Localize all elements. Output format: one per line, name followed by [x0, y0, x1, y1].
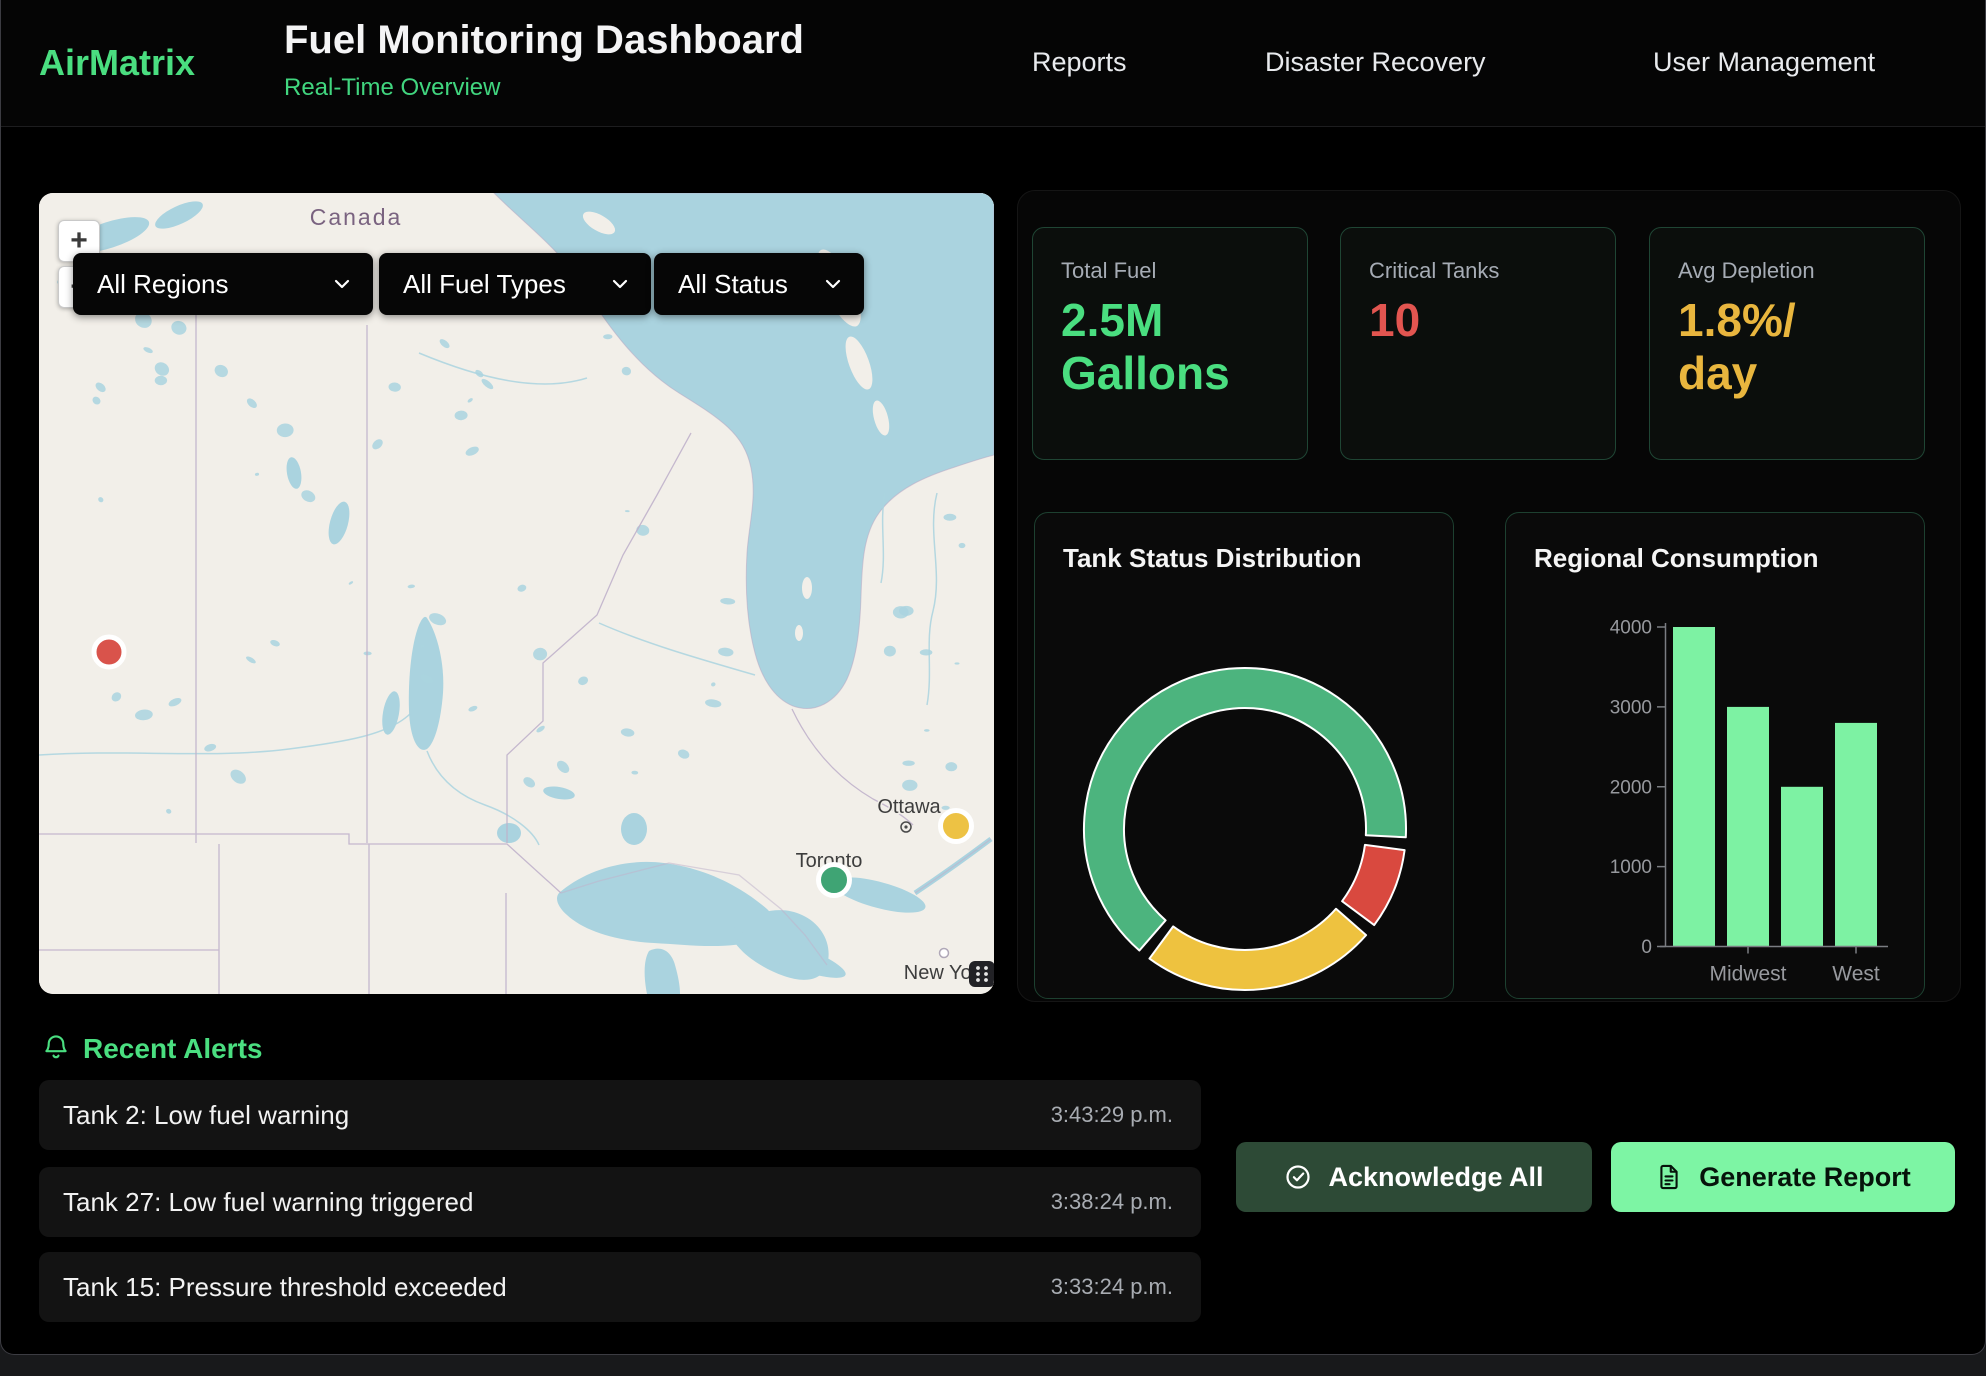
y-tick-label: 0: [1641, 937, 1652, 958]
chevron-down-icon: [333, 278, 351, 290]
page-title: Fuel Monitoring Dashboard: [284, 18, 804, 63]
acknowledge-all-button[interactable]: Acknowledge All: [1236, 1142, 1592, 1212]
alert-timestamp: 3:33:24 p.m.: [1051, 1274, 1173, 1300]
alert-message: Tank 27: Low fuel warning triggered: [63, 1187, 473, 1218]
regional-consumption-bar-chart: 0 1000 2000 3000 4000 Midwest West: [1506, 513, 1926, 1000]
status-filter-select[interactable]: All Status: [654, 253, 864, 315]
alert-message: Tank 15: Pressure threshold exceeded: [63, 1272, 507, 1303]
map-label-ottawa: Ottawa: [877, 796, 941, 818]
stat-label: Critical Tanks: [1369, 258, 1499, 284]
acknowledge-all-label: Acknowledge All: [1328, 1162, 1543, 1193]
fuel-type-filter-select[interactable]: All Fuel Types: [379, 253, 651, 315]
tank-marker-critical[interactable]: [94, 637, 124, 667]
recent-alerts-title: Recent Alerts: [83, 1033, 262, 1065]
stat-card-total-fuel: Total Fuel 2.5M Gallons: [1032, 227, 1308, 460]
bell-icon: [41, 1031, 71, 1063]
region-filter-select[interactable]: All Regions: [73, 253, 373, 315]
y-tick-label: 3000: [1610, 697, 1652, 718]
fuel-type-filter-value: All Fuel Types: [403, 269, 566, 300]
alert-list-item: Tank 27: Low fuel warning triggered 3:38…: [39, 1167, 1201, 1237]
app-window: AirMatrix Fuel Monitoring Dashboard Real…: [0, 0, 1986, 1355]
stat-value: 1.8%/ day: [1678, 294, 1796, 401]
stat-label: Total Fuel: [1061, 258, 1156, 284]
map[interactable]: Canada Ottawa Toronto New York + − All R…: [39, 193, 994, 994]
y-tick-label: 2000: [1610, 777, 1652, 798]
nav-disaster-recovery[interactable]: Disaster Recovery: [1265, 47, 1486, 78]
ottawa-town-dot: [904, 825, 907, 828]
nav-reports[interactable]: Reports: [1032, 47, 1127, 78]
stat-card-critical-tanks: Critical Tanks 10: [1340, 227, 1616, 460]
alert-timestamp: 3:38:24 p.m.: [1051, 1189, 1173, 1215]
alert-list-item: Tank 2: Low fuel warning 3:43:29 p.m.: [39, 1080, 1201, 1150]
alert-list-item: Tank 15: Pressure threshold exceeded 3:3…: [39, 1252, 1201, 1322]
stat-value: 2.5M Gallons: [1061, 294, 1230, 401]
check-circle-icon: [1284, 1163, 1312, 1191]
stat-value: 10: [1369, 294, 1420, 347]
alert-message: Tank 2: Low fuel warning: [63, 1100, 349, 1131]
file-report-icon: [1655, 1163, 1683, 1191]
donut-segment-critical: [1342, 845, 1405, 925]
x-tick-label: West: [1832, 963, 1880, 986]
tank-marker-normal[interactable]: [819, 865, 850, 896]
chevron-down-icon: [824, 278, 842, 290]
generate-report-label: Generate Report: [1699, 1162, 1911, 1193]
status-filter-value: All Status: [678, 269, 788, 300]
y-tick-label: 1000: [1610, 857, 1652, 878]
overview-panel: Total Fuel 2.5M Gallons Critical Tanks 1…: [1017, 190, 1961, 1002]
donut-segment-warning: [1149, 909, 1366, 990]
stat-card-avg-depletion: Avg Depletion 1.8%/ day: [1649, 227, 1925, 460]
grip-dots-icon: [973, 963, 991, 985]
new-york-town-icon: [940, 949, 949, 958]
bar-region-2: [1781, 787, 1823, 947]
chevron-down-icon: [611, 278, 629, 290]
y-tick-label: 4000: [1610, 618, 1652, 639]
bar-region-1: [1727, 707, 1769, 947]
brand-logo[interactable]: AirMatrix: [39, 42, 195, 84]
header: AirMatrix Fuel Monitoring Dashboard Real…: [1, 0, 1985, 127]
tank-status-panel: Tank Status Distribution: [1034, 512, 1454, 999]
generate-report-button[interactable]: Generate Report: [1611, 1142, 1955, 1212]
map-label-canada: Canada: [310, 204, 403, 230]
map-drag-handle[interactable]: [969, 961, 994, 987]
region-filter-value: All Regions: [97, 269, 229, 300]
nav-user-management[interactable]: User Management: [1653, 47, 1875, 78]
x-tick-label: Midwest: [1709, 963, 1786, 986]
stat-label: Avg Depletion: [1678, 258, 1815, 284]
regional-consumption-panel: Regional Consumption 01000200030004000Mi…: [1505, 512, 1925, 999]
tank-marker-warning[interactable]: [941, 811, 972, 842]
alert-timestamp: 3:43:29 p.m.: [1051, 1102, 1173, 1128]
bar-region-3: [1835, 723, 1877, 947]
tank-status-donut-chart: [1035, 513, 1455, 1000]
page-subtitle: Real-Time Overview: [284, 74, 500, 102]
bar-region-0: [1673, 627, 1715, 947]
